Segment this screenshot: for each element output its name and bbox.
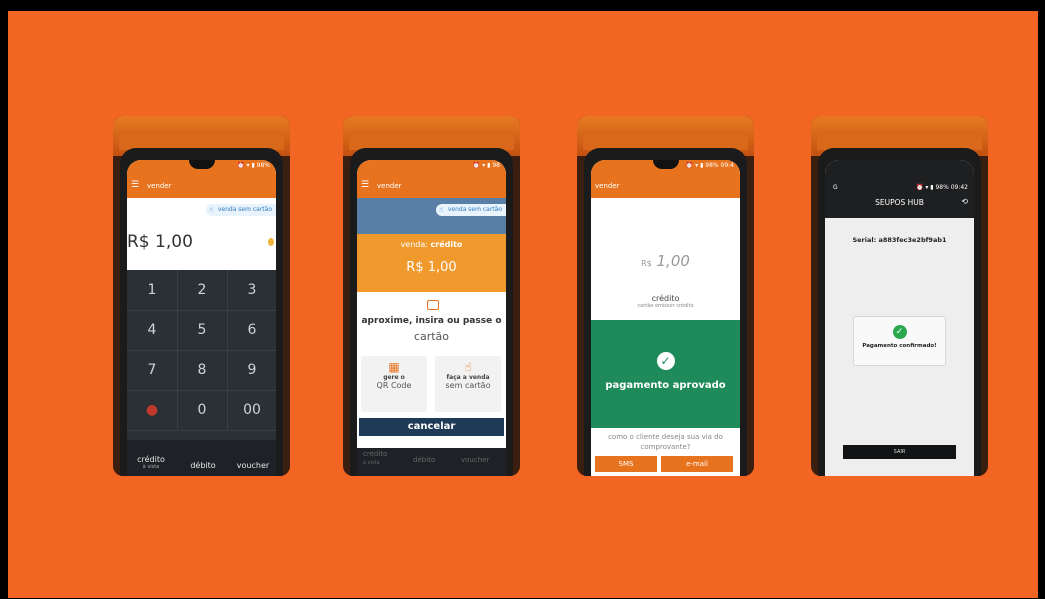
- key-7[interactable]: 7: [127, 350, 178, 391]
- tab-debito-label: débito: [190, 461, 216, 470]
- venda-sem-cartao-label: venda sem cartão: [447, 206, 502, 213]
- key-3[interactable]: 3: [227, 270, 276, 311]
- sale-summary: venda: crédito R$ 1,00: [357, 234, 506, 292]
- tab-debito[interactable]: débito: [183, 461, 223, 470]
- hand-icon: ☝: [438, 206, 444, 214]
- sem-option-line2: sem cartão: [445, 381, 491, 390]
- serial-number: Serial: a883fec3e2bf9ab1: [852, 236, 947, 244]
- numeric-keypad: 1 2 3 4 5 6 7 8 9 ● 0 00 crédito à vista: [127, 270, 276, 476]
- ghost-tab-voucher: voucher: [461, 456, 490, 464]
- key-0[interactable]: 0: [177, 390, 228, 431]
- tab-voucher-label: voucher: [236, 461, 270, 470]
- confirmation-message: Pagamento confirmado!: [862, 343, 937, 349]
- sale-label: venda:: [400, 240, 428, 249]
- exit-button[interactable]: SAIR: [843, 445, 956, 459]
- tap-hand-icon: ☝: [464, 360, 472, 374]
- hand-icon: ☝: [208, 206, 214, 214]
- card-instruction-word: cartão: [413, 330, 450, 343]
- camera-notch: [652, 160, 679, 169]
- key-5[interactable]: 5: [177, 310, 228, 351]
- ghost-tab-debito: débito: [413, 456, 436, 464]
- backspace-key[interactable]: ●: [127, 390, 178, 431]
- key-1[interactable]: 1: [127, 270, 178, 311]
- payment-method-label: crédito: [651, 294, 680, 303]
- approved-amount: R$ 1,00: [591, 252, 740, 270]
- screen-card-prompt: ⏰ ▾ ▮ 98 ☰ vender ☝ venda sem cartão ven…: [357, 160, 506, 476]
- tab-voucher[interactable]: voucher: [231, 461, 275, 470]
- sale-type: crédito: [430, 240, 463, 249]
- background-tabs: crédito à vista débito voucher: [357, 448, 506, 476]
- screen-seupos-hub: G ⏰ ▾ ▮ 98% 09:42 SEUPOS HUB ⟲ Serial: a…: [825, 160, 974, 476]
- ghost-tab-sub: à vista: [363, 460, 380, 466]
- status-left: G: [833, 184, 838, 191]
- sem-cartao-option[interactable]: ☝ faça a venda sem cartão: [435, 356, 501, 412]
- confirmation-card: ✓ Pagamento confirmado!: [853, 316, 946, 366]
- status-bar: ⏰ ▾ ▮ 98% 09:4: [685, 162, 734, 169]
- venda-sem-cartao-button[interactable]: ☝ venda sem cartão: [435, 204, 506, 216]
- qr-option-line1: gere o: [383, 374, 405, 381]
- key-2[interactable]: 2: [177, 270, 228, 311]
- header-title: vender: [595, 182, 620, 190]
- status-bar: ⏰ ▾ ▮ 98% 09:42: [915, 184, 968, 191]
- key-9[interactable]: 9: [227, 350, 276, 391]
- sale-amount: R$ 1,00: [406, 260, 457, 275]
- approved-banner: ✓ pagamento aprovado: [591, 320, 740, 428]
- screen-approved: ⏰ ▾ ▮ 98% 09:4 vender R$ 1,00 crédito ca…: [591, 160, 740, 476]
- header-title: vender: [147, 182, 172, 190]
- ghost-tab-credito: crédito: [363, 450, 388, 458]
- coin-icon: [268, 238, 274, 246]
- venda-sem-cartao-label: venda sem cartão: [217, 206, 272, 213]
- amount-display: R$ 1,00: [127, 232, 193, 252]
- hub-title: SEUPOS HUB: [875, 198, 924, 207]
- payment-type-tabs: crédito à vista débito voucher: [127, 440, 276, 476]
- status-bar: ⏰ ▾ ▮ 98%: [237, 162, 270, 169]
- key-6[interactable]: 6: [227, 310, 276, 351]
- sale-type-line: venda: crédito: [357, 240, 506, 249]
- card-icon: [426, 300, 439, 310]
- card-instruction: aproxime, insira ou passe o: [361, 316, 502, 326]
- key-00[interactable]: 00: [227, 390, 276, 431]
- tab-credito-sub: à vista: [142, 464, 160, 470]
- history-icon[interactable]: ⟲: [961, 197, 968, 206]
- tab-credito-label: crédito: [137, 455, 165, 464]
- cancel-button[interactable]: cancelar: [359, 418, 504, 436]
- phone-card-prompt: ⏰ ▾ ▮ 98 ☰ vender ☝ venda sem cartão ven…: [343, 116, 520, 476]
- sem-option-line1: faça a venda: [446, 374, 490, 381]
- venda-sem-cartao-button[interactable]: ☝ venda sem cartão: [205, 204, 276, 216]
- header-title: vender: [377, 182, 402, 190]
- hub-header: G ⏰ ▾ ▮ 98% 09:42 SEUPOS HUB ⟲: [825, 160, 974, 218]
- amount-value: 1,00: [656, 252, 690, 270]
- phone-payment-approved: ⏰ ▾ ▮ 98% 09:4 vender R$ 1,00 crédito ca…: [577, 116, 754, 476]
- video-frame: ⏰ ▾ ▮ 98% ☰ vender ☝ venda sem cartão R$…: [0, 0, 1045, 599]
- status-bar: ⏰ ▾ ▮ 98: [472, 162, 500, 169]
- check-circle-icon: ✓: [892, 325, 907, 339]
- menu-icon[interactable]: ☰: [361, 180, 369, 190]
- receipt-question: como o cliente deseja sua via do comprov…: [608, 433, 723, 451]
- sms-button[interactable]: SMS: [595, 456, 657, 472]
- qr-code-option[interactable]: ▦ gere o QR Code: [361, 356, 427, 412]
- phone-keypad: ⏰ ▾ ▮ 98% ☰ vender ☝ venda sem cartão R$…: [113, 116, 290, 476]
- approved-message: pagamento aprovado: [605, 380, 726, 391]
- camera-notch: [188, 160, 215, 169]
- check-icon: ✓: [656, 352, 675, 370]
- email-button[interactable]: e-mail: [661, 456, 733, 472]
- qr-option-line2: QR Code: [376, 381, 412, 390]
- menu-icon[interactable]: ☰: [131, 180, 139, 190]
- tab-credito[interactable]: crédito à vista: [131, 455, 171, 470]
- screen-keypad: ⏰ ▾ ▮ 98% ☰ vender ☝ venda sem cartão R$…: [127, 160, 276, 476]
- payment-method: crédito cartão emissor crédito: [591, 294, 740, 309]
- currency-symbol: R$: [641, 259, 652, 268]
- key-8[interactable]: 8: [177, 350, 228, 391]
- key-4[interactable]: 4: [127, 310, 178, 351]
- qr-code-icon: ▦: [388, 360, 400, 374]
- phone-seupos-hub: G ⏰ ▾ ▮ 98% 09:42 SEUPOS HUB ⟲ Serial: a…: [811, 116, 988, 476]
- payment-method-sub: cartão emissor crédito: [637, 303, 694, 309]
